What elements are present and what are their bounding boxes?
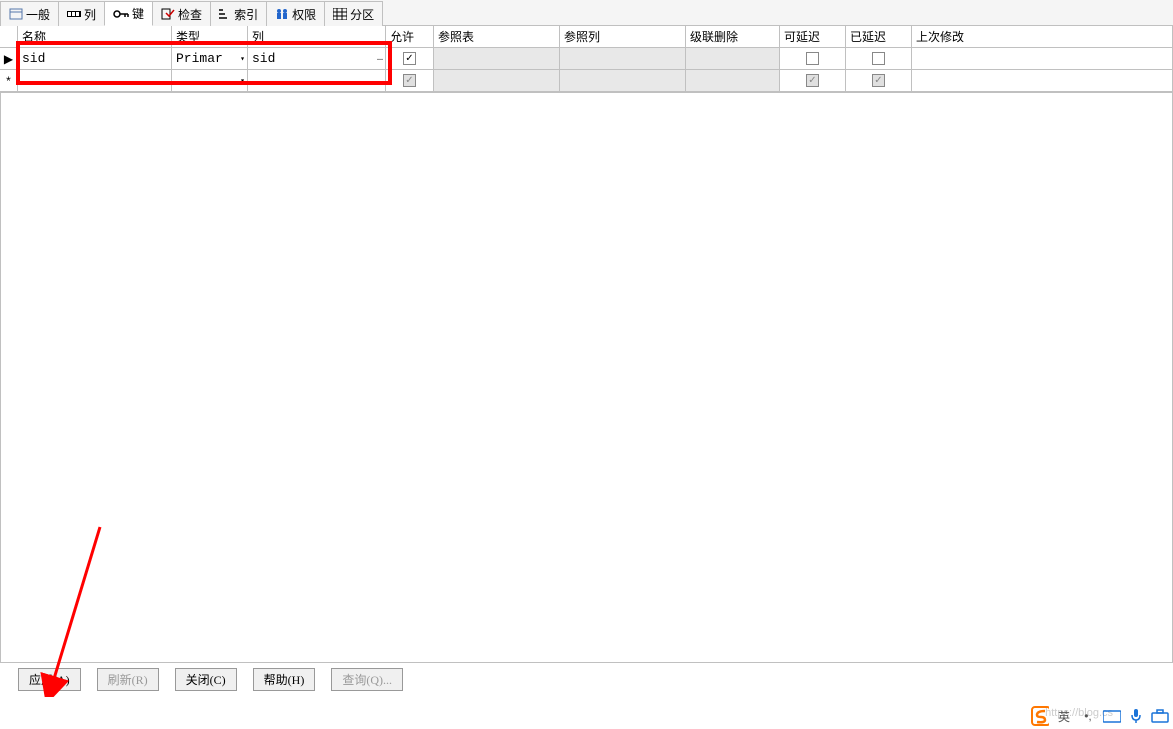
checkbox-checked-disabled[interactable]: ✓ xyxy=(403,74,416,87)
header-type[interactable]: 类型 xyxy=(172,26,248,48)
cell-column[interactable] xyxy=(248,70,386,91)
header-refcol[interactable]: 参照列 xyxy=(560,26,686,48)
tab-label: 分区 xyxy=(350,6,374,23)
cell-type[interactable]: ▾ xyxy=(172,70,248,91)
cell-lastmod xyxy=(912,48,1173,69)
cell-deferred[interactable]: ✓ xyxy=(846,70,912,91)
close-button[interactable]: 关闭(C) xyxy=(175,668,237,691)
permissions-icon xyxy=(275,8,289,20)
help-button[interactable]: 帮助(H) xyxy=(253,668,316,691)
tab-label: 索引 xyxy=(234,6,258,23)
tab-bar: 一般 列 键 检查 索引 权限 分区 xyxy=(0,0,1173,26)
tab-label: 键 xyxy=(132,5,144,22)
partition-icon xyxy=(333,8,347,20)
cell-lastmod xyxy=(912,70,1173,91)
checkbox-unchecked[interactable] xyxy=(872,52,885,65)
header-col[interactable]: 列 xyxy=(248,26,386,48)
bottom-bar: 应用(A) 刷新(R) 关闭(C) 帮助(H) 查询(Q)... xyxy=(0,663,1173,696)
cell-reftab xyxy=(434,70,560,91)
tab-indexes[interactable]: 索引 xyxy=(210,1,267,26)
keys-table: 名称 类型 列 允许 参照表 参照列 级联删除 可延迟 已延迟 上次修改 ▶ P… xyxy=(0,26,1173,93)
ime-status-bar: 英 •, xyxy=(1031,707,1169,725)
sogou-logo-icon[interactable] xyxy=(1031,707,1049,725)
tab-label: 检查 xyxy=(178,6,202,23)
cell-name[interactable] xyxy=(18,48,172,69)
check-icon xyxy=(161,8,175,20)
chevron-down-icon[interactable]: ▾ xyxy=(240,76,245,86)
column-value: sid xyxy=(252,51,275,66)
toolbox-icon[interactable] xyxy=(1151,707,1169,725)
chevron-down-icon[interactable]: ▾ xyxy=(240,54,245,64)
general-icon xyxy=(9,8,23,20)
cell-defer[interactable] xyxy=(780,48,846,69)
name-input[interactable] xyxy=(22,51,167,66)
header-lastmod[interactable]: 上次修改 xyxy=(912,26,1173,48)
cell-allow[interactable]: ✓ xyxy=(386,70,434,91)
columns-icon xyxy=(67,9,81,19)
checkbox-checked-disabled[interactable]: ✓ xyxy=(872,74,885,87)
table-row[interactable]: * ▾ ✓ ✓ ✓ xyxy=(0,70,1173,92)
header-allow[interactable]: 允许 xyxy=(386,26,434,48)
type-value: Primar xyxy=(176,51,223,66)
query-button[interactable]: 查询(Q)... xyxy=(331,668,403,691)
header-cascade[interactable]: 级联删除 xyxy=(686,26,780,48)
header-reftab[interactable]: 参照表 xyxy=(434,26,560,48)
tab-partitions[interactable]: 分区 xyxy=(324,1,383,26)
cell-cascade xyxy=(686,70,780,91)
checkbox-checked-disabled[interactable]: ✓ xyxy=(806,74,819,87)
tab-label: 一般 xyxy=(26,6,50,23)
checkbox-checked[interactable]: ✓ xyxy=(403,52,416,65)
cell-name[interactable] xyxy=(18,70,172,91)
tab-general[interactable]: 一般 xyxy=(0,1,59,26)
ime-lang-icon[interactable]: 英 xyxy=(1055,707,1073,725)
keyboard-icon[interactable] xyxy=(1103,707,1121,725)
header-name[interactable]: 名称 xyxy=(18,26,172,48)
row-marker-current: ▶ xyxy=(0,48,18,69)
cell-column[interactable]: sid … xyxy=(248,48,386,69)
header-defer[interactable]: 可延迟 xyxy=(780,26,846,48)
tab-permissions[interactable]: 权限 xyxy=(266,1,325,26)
cell-refcol xyxy=(560,70,686,91)
header-marker xyxy=(0,26,18,48)
microphone-icon[interactable] xyxy=(1127,707,1145,725)
tab-checks[interactable]: 检查 xyxy=(152,1,211,26)
cell-type[interactable]: Primar ▾ xyxy=(172,48,248,69)
row-marker-new: * xyxy=(0,70,18,91)
cell-cascade xyxy=(686,48,780,69)
tab-keys[interactable]: 键 xyxy=(104,1,153,26)
main-area xyxy=(0,93,1173,663)
cell-reftab xyxy=(434,48,560,69)
cell-deferred[interactable] xyxy=(846,48,912,69)
cell-refcol xyxy=(560,48,686,69)
tab-columns[interactable]: 列 xyxy=(58,1,105,26)
tab-label: 权限 xyxy=(292,6,316,23)
table-row[interactable]: ▶ Primar ▾ sid … ✓ xyxy=(0,48,1173,70)
ime-punct-icon[interactable]: •, xyxy=(1079,707,1097,725)
cell-allow[interactable]: ✓ xyxy=(386,48,434,69)
apply-button[interactable]: 应用(A) xyxy=(18,668,81,691)
ellipsis-icon[interactable]: … xyxy=(377,53,383,64)
refresh-button[interactable]: 刷新(R) xyxy=(97,668,159,691)
tab-label: 列 xyxy=(84,6,96,23)
key-icon xyxy=(113,9,129,19)
checkbox-unchecked[interactable] xyxy=(806,52,819,65)
table-header: 名称 类型 列 允许 参照表 参照列 级联删除 可延迟 已延迟 上次修改 xyxy=(0,26,1173,48)
index-icon xyxy=(219,8,231,20)
cell-defer[interactable]: ✓ xyxy=(780,70,846,91)
header-deferred[interactable]: 已延迟 xyxy=(846,26,912,48)
